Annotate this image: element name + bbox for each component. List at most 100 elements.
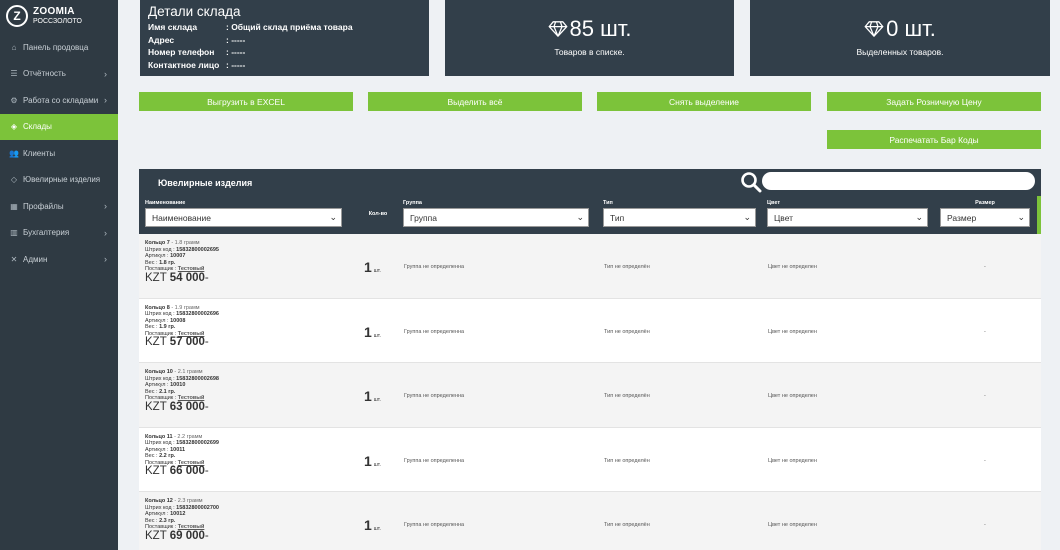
product-weight-note: - 2.2 грамм <box>172 433 203 440</box>
product-qty: 1 шт. <box>364 453 381 469</box>
filter-color-select[interactable]: Цвет ⌄ <box>767 208 928 227</box>
product-info: Кольцо 10 - 2.1 грамм Штрих код : 1583280… <box>145 369 219 413</box>
export-excel-button[interactable]: Выгрузить в EXCEL <box>139 92 353 111</box>
warehouse-field-key: Номер телефон <box>148 47 215 58</box>
chevron-right-icon: › <box>104 95 107 106</box>
price-value: 66 000 <box>169 465 205 478</box>
column-label-size: Размер <box>975 200 995 206</box>
price-value: 54 000 <box>169 271 205 284</box>
product-price: KZT 63 000- <box>145 401 219 413</box>
sidebar-item-label: Панель продовца <box>23 42 89 52</box>
table-row[interactable]: Кольцо 12 - 2.3 грамм Штрих код : 1583280… <box>139 492 1041 550</box>
product-weight: 1.9 гр. <box>159 324 176 331</box>
product-color: Цвет не определен <box>768 457 817 464</box>
brand-logo: Z <box>6 5 28 27</box>
product-weight-note: - 1.9 грамм <box>169 304 200 311</box>
weight-label: Вес : <box>145 517 160 524</box>
product-qty: 1 шт. <box>364 259 381 275</box>
sidebar-item-5[interactable]: ◇ Ювелирные изделия <box>0 167 118 194</box>
product-type: Тип не определён <box>604 328 650 335</box>
sidebar-item-4[interactable]: 👥 Клиенты <box>0 140 118 167</box>
qty-unit: шт. <box>373 268 381 274</box>
search-input[interactable] <box>762 172 1035 190</box>
warehouse-field-key: Контактное лицо <box>148 59 220 70</box>
chevron-right-icon: › <box>104 68 107 79</box>
price-suffix: - <box>204 271 209 284</box>
product-qty: 1 шт. <box>364 517 381 533</box>
article-label: Артикул : <box>145 446 171 453</box>
filter-name-select[interactable]: Наименование ⌄ <box>145 208 342 227</box>
sidebar-item-8[interactable]: ✕ Админ › <box>0 246 118 273</box>
warehouse-field-row: Адрес: ----- <box>148 34 421 47</box>
warehouse-field-row: Имя склада: Общий склад приёма товара <box>148 21 421 34</box>
barcode-label: Штрих код : <box>145 311 177 318</box>
product-group: Группа не определенна <box>404 393 465 399</box>
product-type: Тип не определён <box>604 522 650 528</box>
brand[interactable]: Z ZOOMIA РОССЗОЛОТО <box>0 0 118 30</box>
filter-type-select[interactable]: Тип ⌄ <box>603 208 756 227</box>
filter-group-select[interactable]: Группа ⌄ <box>403 208 589 227</box>
price-currency: KZT <box>145 529 167 542</box>
diamond-icon <box>548 21 567 37</box>
product-size: - <box>984 393 986 399</box>
filter-size-select[interactable]: Размер ⌄ <box>940 208 1030 227</box>
table-row[interactable]: Кольцо 10 - 2.1 грамм Штрих код : 1583280… <box>139 363 1041 428</box>
scroll-accent <box>1037 196 1041 234</box>
chevron-down-icon: ⌄ <box>329 212 337 222</box>
sidebar-item-0[interactable]: ⌂ Панель продовца <box>0 34 118 61</box>
filter-group-value: Группа <box>410 212 437 223</box>
product-qty: 1 шт. <box>364 388 381 404</box>
chevron-right-icon: › <box>104 201 107 212</box>
product-weight-note: - 2.1 грамм <box>172 369 203 375</box>
qty-unit: шт. <box>373 332 381 339</box>
sidebar-item-6[interactable]: ▦ Профайлы › <box>0 193 118 220</box>
warehouse-field-value: : ----- <box>226 47 246 58</box>
price-currency: KZT <box>145 336 167 349</box>
filter-color-value: Цвет <box>774 212 794 223</box>
product-group: Группа не определенна <box>404 522 465 528</box>
product-article: 10007 <box>170 253 186 260</box>
sidebar-item-label: Бухгалтерия <box>23 228 70 238</box>
product-type: Тип не определён <box>604 457 650 464</box>
column-label-type: Тип <box>603 200 613 206</box>
sidebar-item-7[interactable]: ▥ Бухгалтерия › <box>0 220 118 247</box>
stat-in-list-label: Товаров в списке. <box>554 47 625 57</box>
sidebar-item-label: Клиенты <box>23 148 56 158</box>
product-name: Кольцо 7 <box>145 240 170 246</box>
product-qty: 1 шт. <box>364 324 381 340</box>
chevron-right-icon: › <box>104 227 107 238</box>
table-row[interactable]: Кольцо 7 - 1.8 грамм Штрих код : 15832800… <box>139 234 1041 299</box>
product-price: KZT 57 000- <box>145 336 219 349</box>
product-barcode: 15832800002700 <box>176 504 219 511</box>
stat-card-in-list: 85 шт. Товаров в списке. <box>445 0 734 76</box>
list-icon: ☰ <box>10 69 18 79</box>
stat-card-selected: 0 шт. Выделенных товаров. <box>750 0 1050 76</box>
deselect-button[interactable]: Снять выделение <box>597 92 811 111</box>
product-barcode: 15832800002695 <box>176 246 219 253</box>
weight-label: Вес : <box>145 324 160 331</box>
table-row[interactable]: Кольцо 8 - 1.9 грамм Штрих код : 15832800… <box>139 298 1041 363</box>
sidebar-item-2[interactable]: ⚙ Работа со складами › <box>0 87 118 114</box>
chart-icon: ▥ <box>10 228 18 238</box>
column-label-group: Группа <box>403 200 422 206</box>
article-label: Артикул : <box>145 382 171 389</box>
price-suffix: - <box>204 465 209 478</box>
sidebar-item-1[interactable]: ☰ Отчётность › <box>0 61 118 88</box>
warehouse-field-row: Номер телефон : ----- <box>148 46 421 59</box>
table-row[interactable]: Кольцо 11 - 2.2 грамм Штрих код : 1583280… <box>139 427 1041 492</box>
product-name: Кольцо 10 <box>145 369 173 375</box>
table-header: Ювелирные изделия <box>139 169 1041 196</box>
qty-value: 1 <box>364 259 372 275</box>
set-retail-price-button[interactable]: Задать Розничную Цену <box>827 92 1041 111</box>
print-barcodes-button[interactable]: Распечатать Бар Коды <box>827 130 1041 149</box>
weight-label: Вес : <box>145 388 160 395</box>
warehouse-field-value: : ----- <box>226 59 246 70</box>
product-barcode: 15832800002699 <box>176 440 219 447</box>
warehouse-field-value: : ----- <box>226 34 246 45</box>
select-all-button[interactable]: Выделить всё <box>368 92 582 111</box>
chevron-down-icon: ⌄ <box>915 212 923 222</box>
sidebar-item-3[interactable]: ◈ Склады <box>0 113 118 140</box>
product-color: Цвет не определен <box>768 264 817 270</box>
search-icon[interactable] <box>740 171 762 193</box>
barcode-label: Штрих код : <box>145 246 177 253</box>
